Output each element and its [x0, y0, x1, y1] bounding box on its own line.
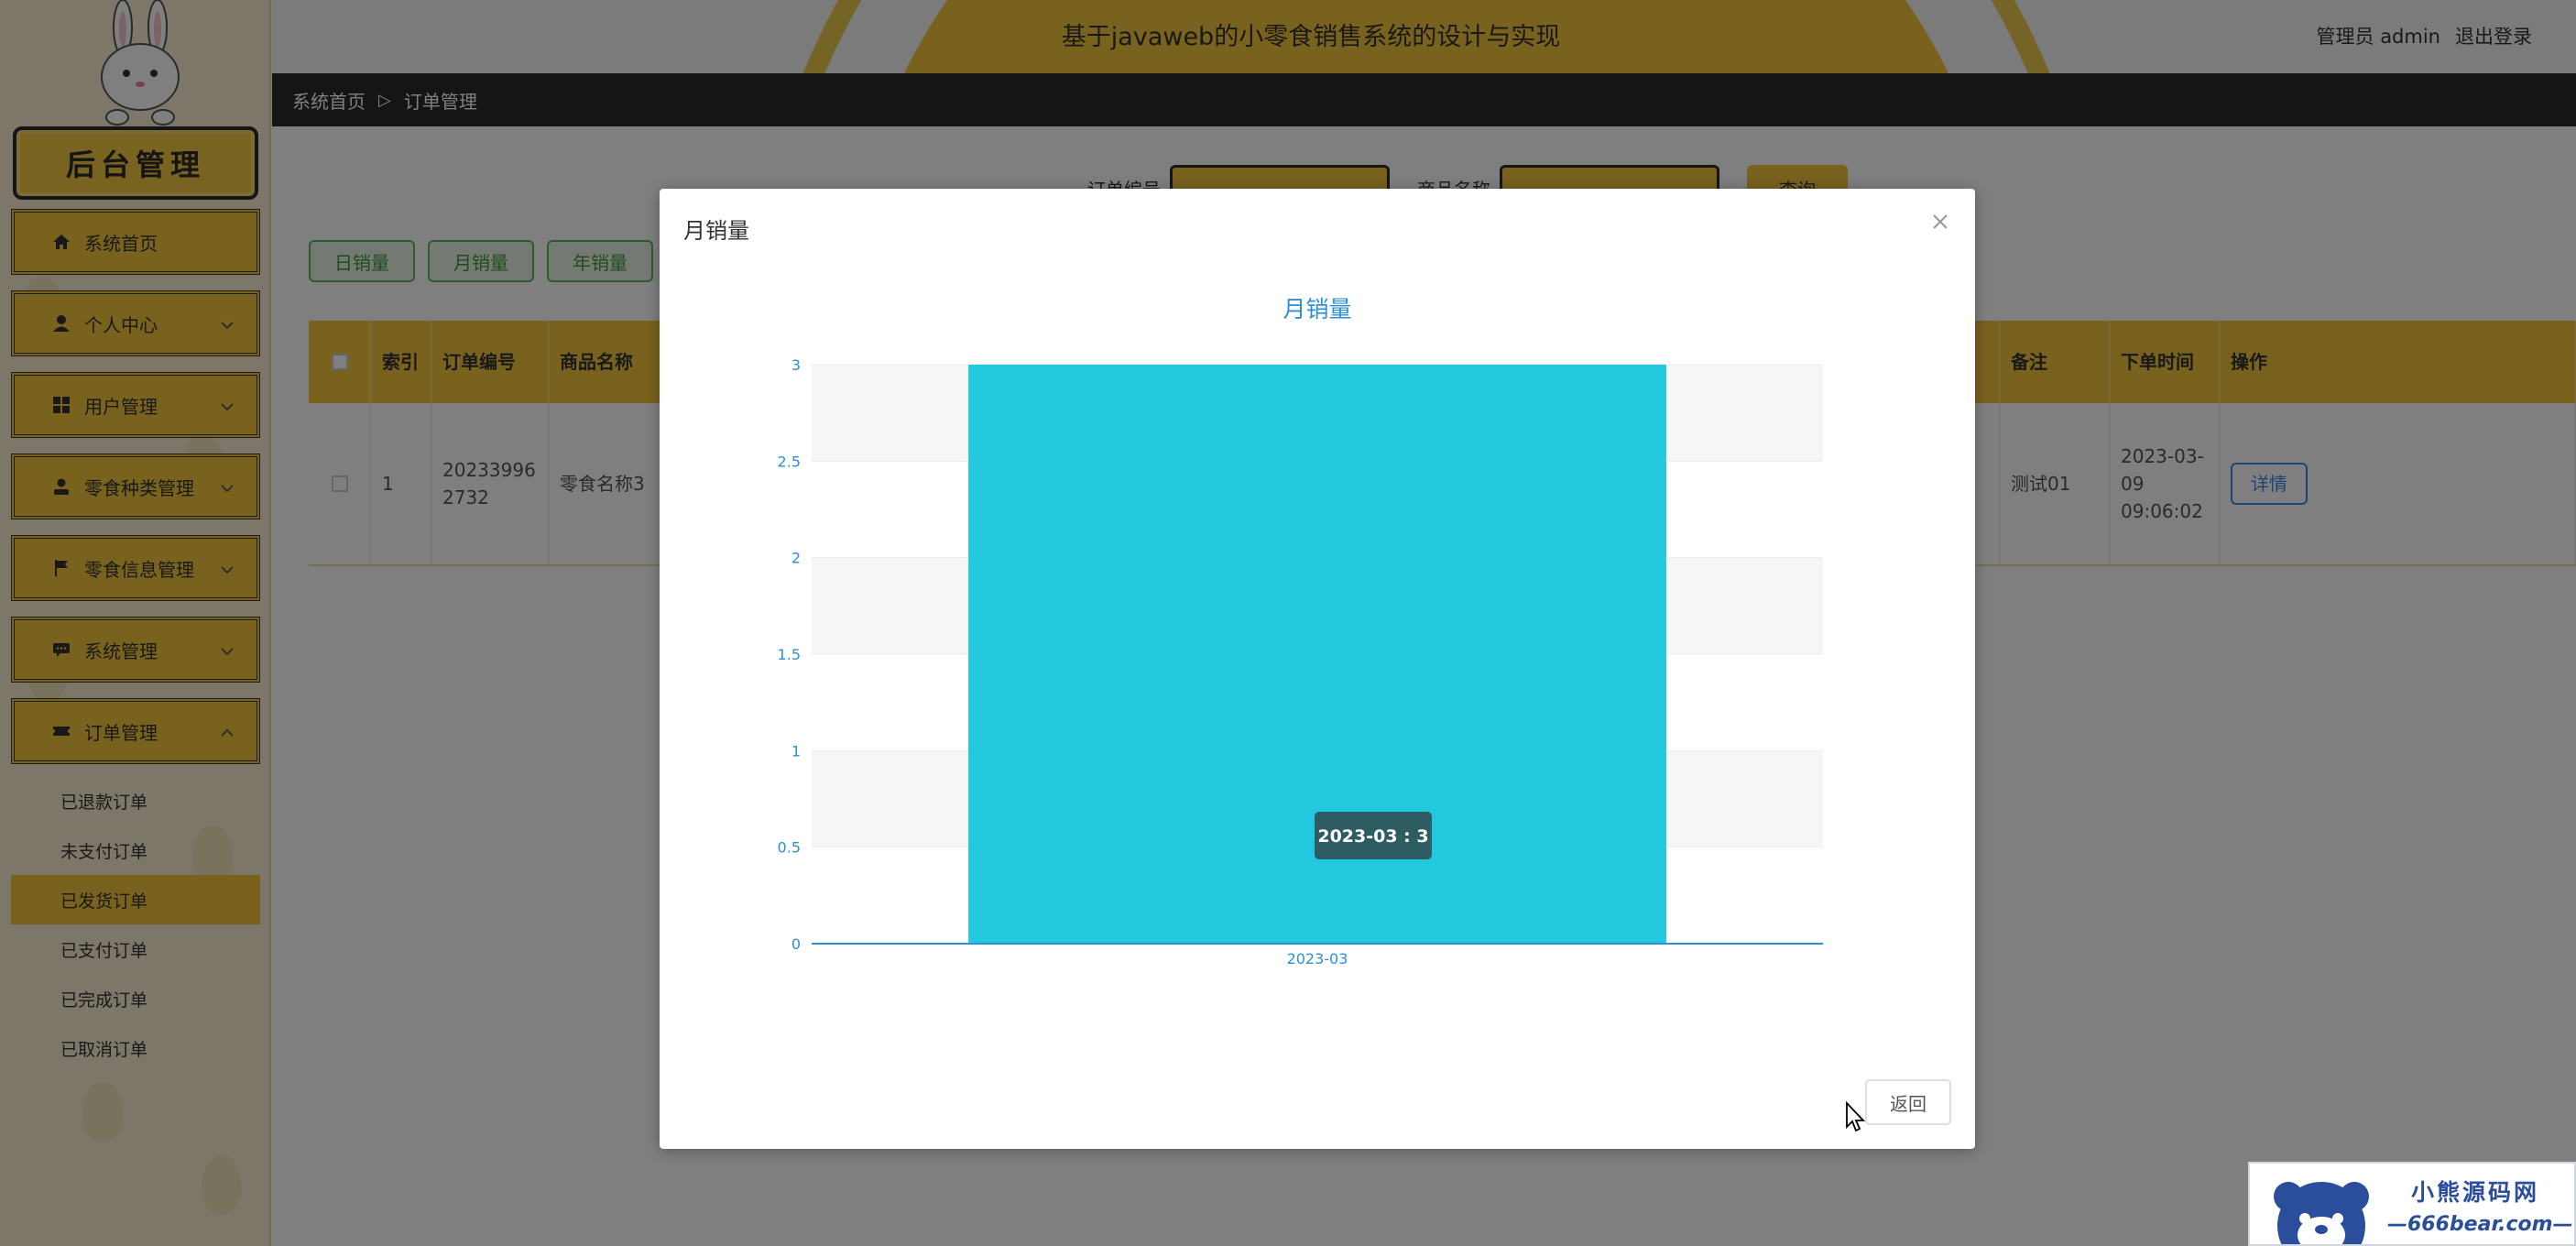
x-tick-label: 2023-03	[1287, 950, 1348, 967]
bear-logo-icon	[2274, 1182, 2369, 1244]
watermark-logo: 小熊源码网 —666bear.com—	[2248, 1162, 2576, 1246]
watermark-line1: 小熊源码网	[2411, 1179, 2540, 1206]
y-tick-label: 2.5	[778, 453, 801, 470]
watermark-line2: —666bear.com—	[2387, 1213, 2573, 1236]
return-button[interactable]: 返回	[1865, 1079, 1951, 1125]
y-tick-label: 0.5	[778, 839, 801, 857]
y-tick-label: 3	[791, 356, 801, 374]
y-tick-label: 1	[791, 742, 801, 760]
y-tick-label: 0	[791, 935, 801, 953]
tooltip-text: 2023-03 : 3	[1317, 826, 1428, 847]
sales-chart: 0 0.5 1 1.5 2 2.5 3 2023-03 2023-03 : 3	[778, 356, 1823, 967]
y-tick-label: 2	[791, 550, 801, 567]
mouse-cursor-icon	[1846, 1101, 1866, 1132]
y-tick-label: 1.5	[778, 646, 801, 663]
monthly-sales-modal: 月销量 月销量 0 0.5 1 1.5 2 2.5 3 2023-03 2023-03 : 3 …	[660, 189, 1975, 1149]
